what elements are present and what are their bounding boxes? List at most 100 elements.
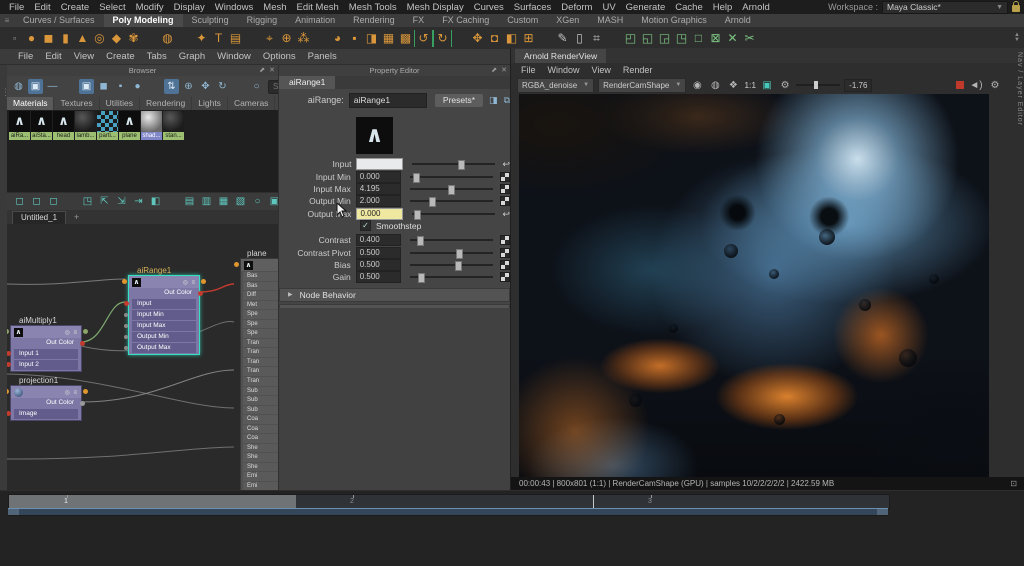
browser-tab[interactable]: Utilities <box>100 97 140 110</box>
material-swatch[interactable]: aiRa... <box>9 111 30 142</box>
node-aiMultiply1[interactable]: aiMultiply1 ∧ ◎ ≡ Out Color Input 1Input… <box>10 325 82 372</box>
input-port-dot[interactable] <box>124 346 128 350</box>
menu-item[interactable]: Edit <box>29 2 55 13</box>
bridge-icon[interactable]: ◘ <box>486 30 503 47</box>
smooth-icon[interactable]: ◕ <box>329 30 346 47</box>
pin-browser-icon[interactable]: ⊕ <box>181 79 196 94</box>
attribute-slider[interactable] <box>410 252 493 254</box>
renderview-menu-item[interactable]: File <box>515 65 542 75</box>
close-panel-icon[interactable]: ✕ <box>269 65 275 76</box>
add-graph-tab-icon[interactable]: + <box>74 211 79 224</box>
collapsed-section[interactable]: ▶Node Behavior <box>279 288 510 302</box>
renderview-menu-item[interactable]: Render <box>617 65 659 75</box>
node-attribute[interactable]: Coa <box>243 434 278 443</box>
node-attribute[interactable]: Bas <box>243 272 278 281</box>
input-connections-icon[interactable]: ◻ <box>12 196 27 207</box>
node-output[interactable]: Out Color <box>129 288 199 298</box>
log-icon[interactable]: ⊡ <box>1010 479 1017 488</box>
clear-filter-icon[interactable]: ○ <box>249 79 264 94</box>
material-swatch[interactable]: plane <box>119 111 140 142</box>
range-slider[interactable] <box>8 508 888 516</box>
node-input[interactable]: Input 1 <box>14 349 78 359</box>
menu-item[interactable]: Mesh Tools <box>344 2 402 13</box>
refresh-icon[interactable]: ↻ <box>215 79 230 94</box>
menu-item[interactable]: Mesh <box>258 2 291 13</box>
node-plane[interactable]: plane ∧ BasBasDiffMetSpeSpeSpeTranTranTr… <box>240 258 278 490</box>
svg-tool-icon[interactable]: ▤ <box>227 30 244 47</box>
attribute-slider[interactable] <box>410 239 493 241</box>
node-header[interactable]: ◎ ≡ <box>11 386 81 398</box>
node-attribute[interactable]: She <box>243 444 278 453</box>
mirror-right-icon[interactable]: ↻ <box>433 30 452 47</box>
material-swatch[interactable]: lamb... <box>75 111 96 142</box>
slider-handle[interactable] <box>429 197 436 207</box>
exposure-value[interactable]: -1.76 <box>844 79 872 92</box>
input-port-dot[interactable] <box>7 351 11 356</box>
menu-item[interactable]: Cache <box>670 2 707 13</box>
simple-connections-icon[interactable]: ◻ <box>29 196 44 207</box>
menu-item[interactable]: Deform <box>556 2 597 13</box>
menu-item[interactable]: Arnold <box>737 2 774 13</box>
node-port-dot[interactable] <box>234 262 239 267</box>
node-input[interactable]: Output Min <box>132 332 196 342</box>
exposure-slider[interactable] <box>796 84 840 86</box>
input-port-dot[interactable] <box>124 313 128 317</box>
input-port-dot[interactable] <box>7 362 11 367</box>
attribute-slider[interactable] <box>410 176 493 178</box>
browser-tab[interactable]: Lights <box>192 97 228 110</box>
browser-tab[interactable]: Textures <box>54 97 99 110</box>
swatch-thumbnail[interactable] <box>75 111 96 132</box>
grid-fill-icon[interactable]: ▦ <box>380 30 397 47</box>
shelf-icon[interactable] <box>605 30 622 47</box>
connection-icon[interactable]: ↩ <box>502 210 510 218</box>
swatch-thumbnail[interactable] <box>31 111 52 132</box>
node-header[interactable]: ∧ <box>241 259 278 271</box>
render-start-icon[interactable]: ◉ <box>690 80 704 91</box>
time-slider[interactable]: 1 2 3 <box>8 494 890 509</box>
add-to-graph-icon[interactable]: ◳ <box>80 196 95 207</box>
merge-center-icon[interactable]: ◲ <box>656 30 673 47</box>
measure-tool-icon[interactable]: ⁂ <box>295 30 312 47</box>
poly-plane-icon[interactable]: ◆ <box>108 30 125 47</box>
super-shape-icon[interactable]: ✦ <box>193 30 210 47</box>
hypershade-menu-item[interactable]: Window <box>211 51 257 62</box>
node-attribute[interactable]: Tran <box>243 377 278 386</box>
insert-edge-loop-icon[interactable]: ▯ <box>571 30 588 47</box>
remove-downstream-icon[interactable]: ⇲ <box>114 196 129 207</box>
node-header-icons[interactable]: ◎ ≡ <box>65 329 78 336</box>
swatch-small-icon[interactable]: ▪ <box>113 79 128 94</box>
menu-item[interactable]: Mesh Display <box>402 2 469 13</box>
symmetry-icon[interactable]: ⊠ <box>707 30 724 47</box>
node-port-dot[interactable] <box>201 279 206 284</box>
output-port-dot[interactable] <box>80 341 85 346</box>
map-button-icon[interactable] <box>500 260 510 270</box>
current-time-indicator[interactable] <box>593 495 594 508</box>
shelf-tab[interactable]: XGen <box>547 14 588 27</box>
show-hide-icon[interactable]: ◨ <box>489 95 498 106</box>
attribute-value-field[interactable]: 4.195 <box>356 183 402 195</box>
shelf-tab[interactable]: Rendering <box>344 14 404 27</box>
material-swatch[interactable]: parti... <box>97 111 118 142</box>
attribute-slider[interactable] <box>412 213 496 215</box>
node-attribute[interactable]: Emi <box>243 482 278 490</box>
node-header[interactable]: ∧ ◎ ≡ <box>129 276 199 288</box>
slider-handle[interactable] <box>417 236 424 246</box>
swatch-thumbnail[interactable] <box>141 111 162 132</box>
layout-rows-icon[interactable]: ▤ <box>182 196 197 207</box>
menu-item[interactable]: Display <box>169 2 210 13</box>
node-attribute[interactable]: Sub <box>243 387 278 396</box>
input-port-dot[interactable] <box>124 324 128 328</box>
range-handle-end[interactable] <box>877 509 888 515</box>
menu-item[interactable]: Help <box>708 2 738 13</box>
node-input[interactable]: Input 2 <box>14 360 78 370</box>
ipr-icon[interactable]: ❖ <box>726 80 740 91</box>
hypershade-menu-item[interactable]: Create <box>100 51 141 62</box>
hypershade-menu-item[interactable]: Options <box>257 51 302 62</box>
node-attribute[interactable]: Sub <box>243 406 278 415</box>
graph-tab[interactable]: Untitled_1 <box>12 211 66 224</box>
node-attribute[interactable]: Tran <box>243 358 278 367</box>
poly-sphere-icon[interactable]: ● <box>23 30 40 47</box>
map-button-icon[interactable] <box>500 184 510 194</box>
renderview-title-tab[interactable]: Arnold RenderView <box>515 49 606 63</box>
settings-gear-icon[interactable]: ⚙ <box>988 80 1002 91</box>
